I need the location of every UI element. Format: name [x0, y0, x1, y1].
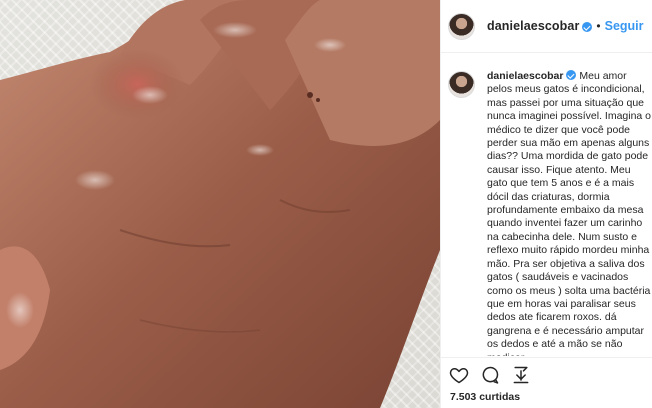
post-header: danielaescobar • Seguir: [441, 0, 652, 53]
caption-area[interactable]: danielaescobar Meu amor pelos meus gatos…: [441, 54, 652, 356]
post-photo[interactable]: [0, 0, 440, 408]
header-separator: •: [596, 19, 601, 33]
verified-badge-icon: [582, 22, 593, 32]
action-icons: [449, 358, 652, 386]
caption-verified-badge-icon: [566, 70, 577, 80]
caption-text: danielaescobar Meu amor pelos meus gatos…: [487, 69, 652, 356]
post-actions: 7.503 curtidas: [441, 357, 652, 408]
hand-illustration: [0, 0, 440, 408]
avatar[interactable]: [448, 12, 475, 40]
share-icon[interactable]: [511, 365, 531, 385]
caption-avatar[interactable]: [448, 71, 475, 98]
caption-row: danielaescobar Meu amor pelos meus gatos…: [448, 69, 652, 356]
follow-button[interactable]: Seguir: [605, 19, 644, 33]
comment-icon[interactable]: [480, 365, 500, 385]
heart-icon[interactable]: [449, 365, 469, 385]
post-sidebar: danielaescobar • Seguir danielaescobar M…: [440, 0, 652, 408]
caption-body: Meu amor pelos meus gatos é incondiciona…: [487, 70, 652, 356]
likes-count[interactable]: 7.503 curtidas: [450, 391, 652, 403]
header-username[interactable]: danielaescobar: [487, 19, 579, 33]
caption-username[interactable]: danielaescobar: [487, 70, 563, 82]
